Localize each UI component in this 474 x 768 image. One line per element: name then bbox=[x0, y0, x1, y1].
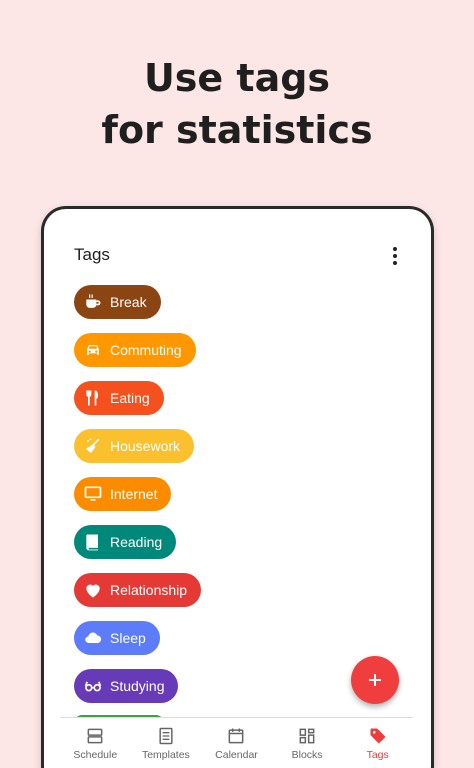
nav-item-templates[interactable]: Templates bbox=[131, 718, 202, 768]
tag-chip-housework[interactable]: Housework bbox=[74, 429, 195, 463]
coffee-icon bbox=[82, 291, 104, 313]
glasses-icon bbox=[82, 675, 104, 697]
car-icon bbox=[82, 339, 104, 361]
schedule-icon bbox=[87, 728, 103, 744]
tag-chip-commuting[interactable]: Commuting bbox=[74, 333, 196, 367]
nav-item-schedule[interactable]: Schedule bbox=[60, 718, 131, 768]
tag-list: Break Commuting Eating Housework Interne… bbox=[74, 285, 202, 717]
tag-label: Sleep bbox=[110, 630, 146, 646]
utensils-icon bbox=[82, 387, 104, 409]
tag-label: Break bbox=[110, 294, 147, 310]
tag-chip-eating[interactable]: Eating bbox=[74, 381, 164, 415]
tag-label: Studying bbox=[110, 678, 165, 694]
heart-icon bbox=[82, 579, 104, 601]
tag-chip-sleep[interactable]: Sleep bbox=[74, 621, 160, 655]
book-icon bbox=[82, 531, 104, 553]
nav-item-blocks[interactable]: Blocks bbox=[272, 718, 343, 768]
monitor-icon bbox=[82, 483, 104, 505]
cloud-icon bbox=[82, 627, 104, 649]
blocks-icon bbox=[299, 728, 315, 744]
tag-chip-break[interactable]: Break bbox=[74, 285, 161, 319]
tag-chip-internet[interactable]: Internet bbox=[74, 477, 172, 511]
more-vert-icon[interactable] bbox=[384, 245, 406, 267]
nav-label: Blocks bbox=[291, 749, 323, 761]
phone-screen: Tags Break Commuting Eating Housework In… bbox=[44, 209, 431, 768]
tag-label: Commuting bbox=[110, 342, 182, 358]
tag-label: Relationship bbox=[110, 582, 188, 598]
nav-label: Calendar bbox=[215, 749, 258, 761]
tag-chip-relationship[interactable]: Relationship bbox=[74, 573, 202, 607]
headline: Use tags for statistics bbox=[0, 52, 474, 156]
tag-icon bbox=[370, 728, 386, 744]
calendar-icon bbox=[229, 728, 244, 744]
bottom-navigation: Schedule Templates Calendar Blocks Tags bbox=[60, 717, 413, 768]
tag-label: Eating bbox=[110, 390, 150, 406]
nav-label: Templates bbox=[141, 749, 190, 761]
nav-item-tags[interactable]: Tags bbox=[342, 718, 413, 768]
add-tag-button[interactable] bbox=[351, 656, 399, 704]
headline-line-1: Use tags bbox=[143, 56, 331, 100]
nav-label: Tags bbox=[366, 749, 389, 761]
page-title: Tags bbox=[74, 245, 110, 264]
tag-label: Housework bbox=[110, 438, 181, 454]
templates-icon bbox=[159, 727, 173, 745]
tag-label: Reading bbox=[110, 534, 163, 550]
nav-item-calendar[interactable]: Calendar bbox=[201, 718, 272, 768]
tag-label: Internet bbox=[110, 486, 158, 502]
tag-chip-reading[interactable]: Reading bbox=[74, 525, 177, 559]
plus-icon bbox=[369, 674, 381, 686]
headline-line-2: for statistics bbox=[101, 108, 373, 152]
nav-label: Schedule bbox=[73, 749, 118, 761]
broom-icon bbox=[82, 435, 104, 457]
tag-chip-studying[interactable]: Studying bbox=[74, 669, 179, 703]
